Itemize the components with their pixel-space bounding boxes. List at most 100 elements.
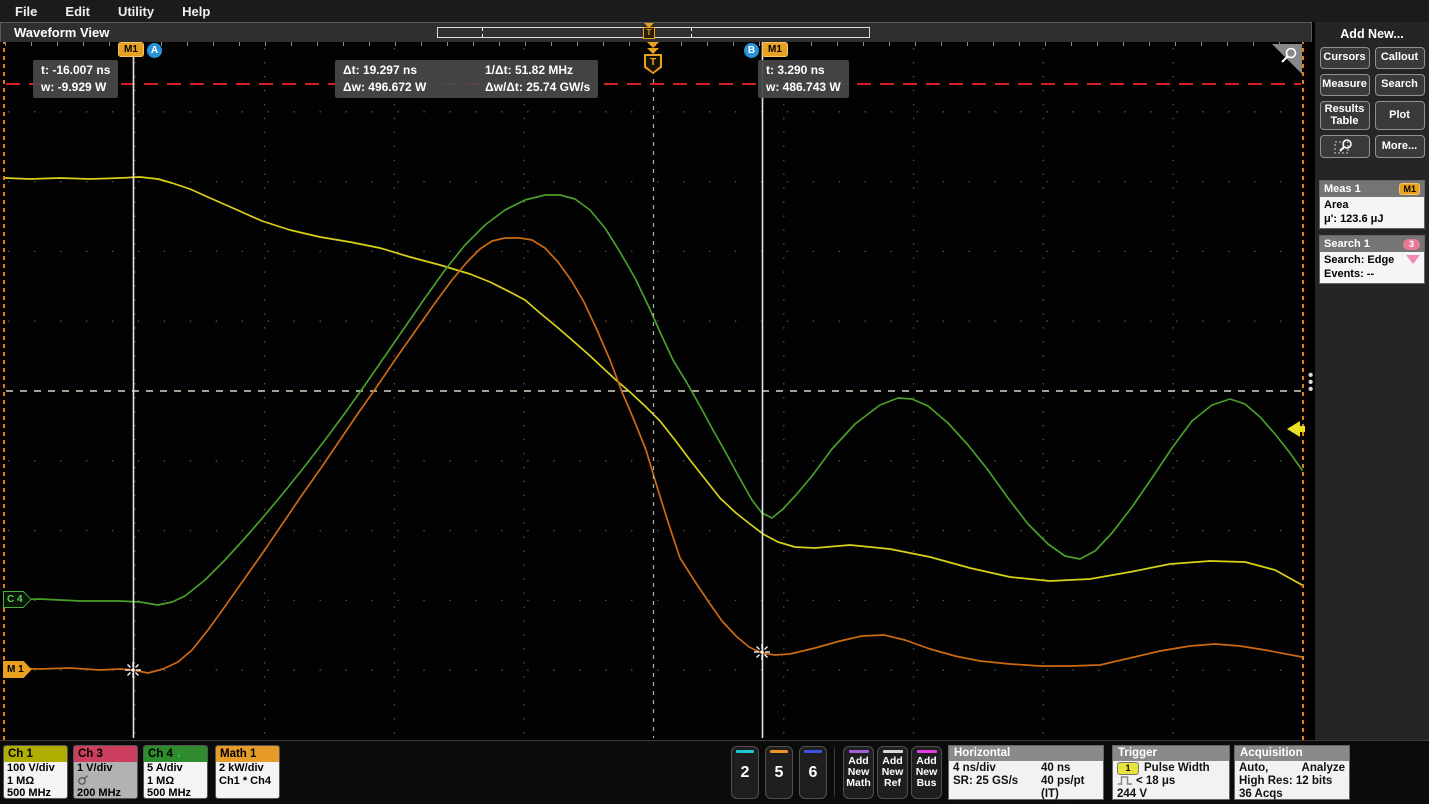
ch5-label: 5 bbox=[766, 764, 792, 782]
ch4-bandwidth: 500 MHz Bw bbox=[147, 787, 204, 799]
meas1-panel[interactable]: Meas 1 M1 Area μ': 123.6 μJ bbox=[1319, 180, 1425, 229]
channel-badge-ch4[interactable]: Ch 4 ↓ 5 A/div 1 MΩ 500 MHz Bw bbox=[143, 745, 208, 799]
trigger-level: 244 V bbox=[1117, 788, 1225, 801]
ch6-label: 6 bbox=[800, 764, 826, 782]
cursor-a-badge[interactable]: A bbox=[147, 43, 162, 58]
add-measure-button[interactable]: Measure bbox=[1320, 74, 1370, 96]
search1-title: Search 1 bbox=[1324, 238, 1370, 250]
channel-badge-math1[interactable]: Math 1 2 kW/div Ch1 * Ch4 bbox=[215, 745, 280, 799]
cursor-b-time: t: 3.290 ns bbox=[766, 62, 841, 79]
plot-left-edge bbox=[3, 42, 5, 740]
acquisition-title: Acquisition bbox=[1235, 746, 1349, 761]
trigger-panel[interactable]: Trigger 1 Pulse Width < 18 μs 244 V bbox=[1112, 745, 1230, 800]
bottom-bar-divider bbox=[834, 747, 835, 797]
cursor-delta-readout[interactable]: Δt: 19.297 ns 1/Δt: 51.82 MHz Δw: 496.67… bbox=[335, 60, 598, 98]
trigger-condition: < 18 μs bbox=[1136, 775, 1175, 787]
horizontal-duration: 40 ns bbox=[1041, 762, 1099, 775]
cursor-b-readout[interactable]: t: 3.290 ns w: 486.743 W bbox=[758, 60, 849, 98]
cursor-a-value: w: -9.929 W bbox=[41, 79, 110, 96]
bus-color-stripe bbox=[917, 750, 937, 753]
acq-analyze: Analyze bbox=[1302, 762, 1345, 775]
horizontal-panel[interactable]: Horizontal 4 ns/div40 ns SR: 25 GS/s40 p… bbox=[948, 745, 1104, 800]
add-new-header: Add New... bbox=[1315, 27, 1429, 41]
cursor-a-time: t: -16.007 ns bbox=[41, 62, 110, 79]
sample-rate: SR: 25 GS/s bbox=[953, 775, 1041, 801]
meas1-title: Meas 1 bbox=[1324, 183, 1361, 195]
cursor-b-value: w: 486.743 W bbox=[766, 79, 841, 96]
search1-count-badge: 3 bbox=[1403, 239, 1420, 250]
delta-t: Δt: 19.297 ns bbox=[343, 62, 471, 79]
add-new-ref-button[interactable]: AddNewRef bbox=[877, 746, 908, 799]
results-sidebar: Add New... Cursors Callout Measure Searc… bbox=[1315, 22, 1429, 740]
meas1-type: Area bbox=[1324, 199, 1420, 213]
plot-right-edge bbox=[1302, 42, 1304, 740]
corner-magnifier-icon bbox=[1278, 46, 1300, 66]
math1-name: Math 1 bbox=[220, 748, 256, 760]
ch1-bandwidth: 500 MHz Bw bbox=[7, 787, 64, 799]
cursor-b-badge[interactable]: B bbox=[744, 43, 759, 58]
acq-mode: Auto, bbox=[1239, 762, 1268, 775]
channel-6-button[interactable]: 6 bbox=[799, 746, 827, 799]
math-color-stripe bbox=[849, 750, 869, 753]
sample-resolution: 40 ps/pt (IT) bbox=[1041, 775, 1099, 801]
trigger-title: Trigger bbox=[1113, 746, 1229, 761]
search1-panel[interactable]: Search 1 3 Search: Edge Events: -- bbox=[1319, 235, 1425, 284]
delta-w: Δw: 496.672 W bbox=[343, 79, 471, 96]
add-callout-button[interactable]: Callout bbox=[1375, 47, 1425, 69]
trace-ch4[interactable] bbox=[5, 195, 1302, 605]
search1-events: Events: -- bbox=[1324, 268, 1420, 282]
cursor-a-source-badge[interactable]: M1 bbox=[118, 42, 144, 57]
ch1-impedance: 1 MΩ bbox=[7, 775, 64, 788]
ch4-position-label: C 4 bbox=[4, 592, 31, 607]
add-cursors-button[interactable]: Cursors bbox=[1320, 47, 1370, 69]
bottom-bar: Ch 1 100 V/div 1 MΩ 500 MHz Bw Ch 3 1 V/… bbox=[0, 740, 1429, 804]
trigger-type: Pulse Width bbox=[1144, 762, 1210, 774]
ch5-color-stripe bbox=[770, 750, 788, 753]
cursor-b-source-badge[interactable]: M1 bbox=[762, 42, 788, 57]
ch2-label: 2 bbox=[732, 764, 758, 782]
ch6-color-stripe bbox=[804, 750, 822, 753]
meas1-value: μ': 123.6 μJ bbox=[1324, 213, 1420, 227]
channel-2-button[interactable]: 2 bbox=[731, 746, 759, 799]
trigger-chevron2-icon bbox=[647, 48, 659, 54]
ch1-name: Ch 1 bbox=[8, 748, 33, 760]
inverse-delta-t: 1/Δt: 51.82 MHz bbox=[485, 62, 590, 79]
ch4-name: Ch 4 bbox=[148, 748, 173, 760]
trace-math[interactable] bbox=[5, 238, 1302, 673]
acquisition-panel[interactable]: Acquisition Auto, Analyze High Res: 12 bi… bbox=[1234, 745, 1350, 800]
acq-resolution: High Res: 12 bits bbox=[1239, 775, 1345, 788]
add-new-math-button[interactable]: AddNewMath bbox=[843, 746, 874, 799]
pulse-width-icon bbox=[1117, 775, 1133, 786]
delta-w-rate: Δw/Δt: 25.74 GW/s bbox=[485, 79, 590, 96]
add-search-button[interactable]: Search bbox=[1375, 74, 1425, 96]
add-results-table-button[interactable]: Results Table bbox=[1320, 101, 1370, 130]
channel-5-button[interactable]: 5 bbox=[765, 746, 793, 799]
ch3-bandwidth: 200 MHz Bw bbox=[77, 787, 134, 800]
panel-splitter-handle[interactable]: ••• bbox=[1308, 372, 1313, 393]
ch3-scale: 1 V/div bbox=[77, 762, 134, 775]
channel-badge-ch3[interactable]: Ch 3 1 V/div 200 MHz Bw bbox=[73, 745, 138, 799]
cursor-a-readout[interactable]: t: -16.007 ns w: -9.929 W bbox=[33, 60, 118, 98]
zoom-mode-button[interactable] bbox=[1320, 135, 1370, 158]
zoom-select-icon bbox=[1334, 138, 1356, 155]
oscilloscope-screen: File Edit Utility Help Waveform View T bbox=[0, 0, 1429, 804]
math1-scale: 2 kW/div bbox=[219, 762, 276, 775]
math1-expression: Ch1 * Ch4 bbox=[219, 775, 276, 788]
cursor-a-anchor-icon bbox=[125, 662, 141, 678]
ch4-impedance: 1 MΩ bbox=[147, 775, 204, 788]
more-button[interactable]: More... bbox=[1375, 135, 1425, 158]
cursor-b-anchor-icon bbox=[754, 644, 770, 660]
channel-badge-ch1[interactable]: Ch 1 100 V/div 1 MΩ 500 MHz Bw bbox=[3, 745, 68, 799]
acq-count: 36 Acqs bbox=[1239, 788, 1345, 801]
ch1-offscreen-arrow-icon[interactable] bbox=[1287, 421, 1305, 437]
ch2-color-stripe bbox=[736, 750, 754, 753]
search1-type: Search: Edge bbox=[1324, 254, 1394, 266]
add-plot-button[interactable]: Plot bbox=[1375, 101, 1425, 130]
horizontal-title: Horizontal bbox=[949, 746, 1103, 761]
ch3-name: Ch 3 bbox=[78, 748, 103, 760]
horizontal-scale: 4 ns/div bbox=[953, 762, 1041, 775]
ch4-scale: 5 A/div bbox=[147, 762, 204, 775]
ch3-probe-icon bbox=[77, 775, 134, 787]
trigger-source-badge: 1 bbox=[1117, 762, 1139, 775]
add-new-bus-button[interactable]: AddNewBus bbox=[911, 746, 942, 799]
